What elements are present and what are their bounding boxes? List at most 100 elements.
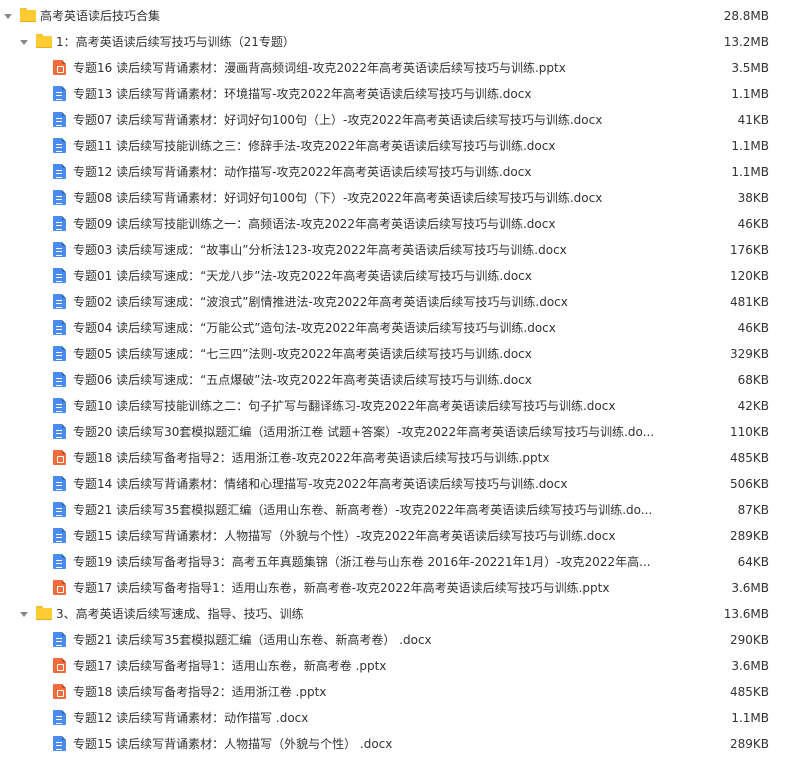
file-row[interactable]: 专题08 读后续写背诵素材：好词好句100句（下）-攻克2022年高考英语读后续…: [0, 185, 785, 211]
file-row[interactable]: 专题16 读后续写背诵素材：漫画背高频词组-攻克2022年高考英语读后续写技巧与…: [0, 55, 785, 81]
folder-row[interactable]: 1：高考英语读后续写技巧与训练（21专题） 13.2MB: [0, 29, 785, 55]
file-name: 专题21 读后续写35套模拟题汇编（适用山东卷、新高考卷）-攻克2022年高考英…: [73, 503, 653, 517]
file-name: 专题17 读后续写备考指导1：适用山东卷，新高考卷 .pptx: [73, 659, 387, 673]
pptx-file-icon: [53, 450, 66, 465]
file-row[interactable]: 专题02 读后续写速成：“波浪式”剧情推进法-攻克2022年高考英语读后续写技巧…: [0, 289, 785, 315]
file-size: 329KB: [729, 347, 769, 361]
file-row[interactable]: 专题17 读后续写备考指导1：适用山东卷，新高考卷 .pptx 3.6MB: [0, 653, 785, 679]
chevron-down-icon[interactable]: [20, 612, 28, 617]
folder-row[interactable]: 3、高考英语读后续写速成、指导、技巧、训练 13.6MB: [0, 601, 785, 627]
docx-file-icon: [53, 86, 66, 101]
pptx-file-icon: [53, 684, 66, 699]
docx-file-icon: [53, 242, 66, 257]
folder-name: 3、高考英语读后续写速成、指导、技巧、训练: [56, 607, 304, 621]
file-size: 87KB: [737, 503, 769, 517]
file-size: 64KB: [737, 555, 769, 569]
file-size: 506KB: [729, 477, 769, 491]
folder-name: 1：高考英语读后续写技巧与训练（21专题）: [56, 35, 295, 49]
docx-file-icon: [53, 736, 66, 751]
docx-file-icon: [53, 632, 66, 647]
file-name: 专题03 读后续写速成：“故事山”分析法123-攻克2022年高考英语读后续写技…: [73, 243, 567, 257]
chevron-down-icon[interactable]: [4, 14, 12, 19]
docx-file-icon: [53, 424, 66, 439]
file-row[interactable]: 专题18 读后续写备考指导2：适用浙江卷-攻克2022年高考英语读后续写技巧与训…: [0, 445, 785, 471]
folder-name: 高考英语读后技巧合集: [40, 9, 161, 23]
docx-file-icon: [53, 528, 66, 543]
folder-icon: [36, 34, 52, 48]
file-row[interactable]: 专题18 读后续写备考指导2：适用浙江卷 .pptx 485KB: [0, 679, 785, 705]
file-name: 专题15 读后续写背诵素材：人物描写（外貌与个性）-攻克2022年高考英语读后续…: [73, 529, 616, 543]
file-name: 专题15 读后续写背诵素材：人物描写（外貌与个性） .docx: [73, 737, 393, 751]
file-size: 290KB: [729, 633, 769, 647]
docx-file-icon: [53, 372, 66, 387]
file-row[interactable]: 专题07 读后续写背诵素材：好词好句100句（上）-攻克2022年高考英语读后续…: [0, 107, 785, 133]
file-name: 专题18 读后续写备考指导2：适用浙江卷-攻克2022年高考英语读后续写技巧与训…: [73, 451, 550, 465]
file-row[interactable]: 专题21 读后续写35套模拟题汇编（适用山东卷、新高考卷） .docx 290KB: [0, 627, 785, 653]
file-name: 专题01 读后续写速成：“天龙八步”法-攻克2022年高考英语读后续写技巧与训练…: [73, 269, 532, 283]
file-name: 专题16 读后续写背诵素材：漫画背高频词组-攻克2022年高考英语读后续写技巧与…: [73, 61, 566, 75]
file-row[interactable]: 专题14 读后续写背诵素材：情绪和心理描写-攻克2022年高考英语读后续写技巧与…: [0, 471, 785, 497]
file-size: 1.1MB: [731, 711, 769, 725]
docx-file-icon: [53, 554, 66, 569]
file-row[interactable]: 专题03 读后续写速成：“故事山”分析法123-攻克2022年高考英语读后续写技…: [0, 237, 785, 263]
file-row[interactable]: 专题15 读后续写背诵素材：人物描写（外貌与个性）-攻克2022年高考英语读后续…: [0, 523, 785, 549]
file-row[interactable]: 专题20 读后续写30套模拟题汇编（适用浙江卷 试题+答案）-攻克2022年高考…: [0, 419, 785, 445]
file-row[interactable]: 专题04 读后续写速成：“万能公式”造句法-攻克2022年高考英语读后续写技巧与…: [0, 315, 785, 341]
folder-size: 28.8MB: [723, 9, 769, 23]
file-name: 专题09 读后续写技能训练之一：高频语法-攻克2022年高考英语读后续写技巧与训…: [73, 217, 556, 231]
docx-file-icon: [53, 346, 66, 361]
file-name: 专题11 读后续写技能训练之三：修辞手法-攻克2022年高考英语读后续写技巧与训…: [73, 139, 556, 153]
chevron-down-icon[interactable]: [20, 40, 28, 45]
file-name: 专题13 读后续写背诵素材：环境描写-攻克2022年高考英语读后续写技巧与训练.…: [73, 87, 532, 101]
folder-icon: [36, 606, 52, 620]
file-row[interactable]: 专题21 读后续写35套模拟题汇编（适用山东卷、新高考卷）-攻克2022年高考英…: [0, 497, 785, 523]
docx-file-icon: [53, 294, 66, 309]
file-name: 专题07 读后续写背诵素材：好词好句100句（上）-攻克2022年高考英语读后续…: [73, 113, 603, 127]
file-size: 1.1MB: [731, 139, 769, 153]
file-row[interactable]: 专题06 读后续写速成：“五点爆破”法-攻克2022年高考英语读后续写技巧与训练…: [0, 367, 785, 393]
docx-file-icon: [53, 476, 66, 491]
file-row[interactable]: 专题05 读后续写速成：“七三四”法则-攻克2022年高考英语读后续写技巧与训练…: [0, 341, 785, 367]
docx-file-icon: [53, 164, 66, 179]
file-size: 481KB: [729, 295, 769, 309]
pptx-file-icon: [53, 580, 66, 595]
file-name: 专题02 读后续写速成：“波浪式”剧情推进法-攻克2022年高考英语读后续写技巧…: [73, 295, 568, 309]
file-row[interactable]: 专题09 读后续写技能训练之一：高频语法-攻克2022年高考英语读后续写技巧与训…: [0, 211, 785, 237]
file-size: 1.1MB: [731, 87, 769, 101]
folder-size: 13.2MB: [723, 35, 769, 49]
file-size: 289KB: [729, 737, 769, 751]
file-size: 289KB: [729, 529, 769, 543]
file-size: 3.6MB: [731, 659, 769, 673]
file-name: 专题05 读后续写速成：“七三四”法则-攻克2022年高考英语读后续写技巧与训练…: [73, 347, 532, 361]
file-row[interactable]: 专题01 读后续写速成：“天龙八步”法-攻克2022年高考英语读后续写技巧与训练…: [0, 263, 785, 289]
file-name: 专题17 读后续写备考指导1：适用山东卷，新高考卷-攻克2022年高考英语读后续…: [73, 581, 610, 595]
file-size: 110KB: [729, 425, 769, 439]
file-name: 专题20 读后续写30套模拟题汇编（适用浙江卷 试题+答案）-攻克2022年高考…: [73, 425, 655, 439]
file-row[interactable]: 专题11 读后续写技能训练之三：修辞手法-攻克2022年高考英语读后续写技巧与训…: [0, 133, 785, 159]
pptx-file-icon: [53, 658, 66, 673]
pptx-file-icon: [53, 60, 66, 75]
file-size: 485KB: [729, 685, 769, 699]
file-size: 176KB: [729, 243, 769, 257]
file-size: 485KB: [729, 451, 769, 465]
docx-file-icon: [53, 268, 66, 283]
file-row[interactable]: 专题12 读后续写背诵素材：动作描写 .docx 1.1MB: [0, 705, 785, 731]
folder-row[interactable]: 高考英语读后技巧合集 28.8MB: [0, 3, 785, 29]
file-name: 专题14 读后续写背诵素材：情绪和心理描写-攻克2022年高考英语读后续写技巧与…: [73, 477, 568, 491]
file-row[interactable]: 专题15 读后续写背诵素材：人物描写（外貌与个性） .docx 289KB: [0, 731, 785, 757]
file-row[interactable]: 专题10 读后续写技能训练之二：句子扩写与翻译练习-攻克2022年高考英语读后续…: [0, 393, 785, 419]
file-size: 46KB: [737, 217, 769, 231]
folder-size: 13.6MB: [723, 607, 769, 621]
docx-file-icon: [53, 190, 66, 205]
file-row[interactable]: 专题12 读后续写背诵素材：动作描写-攻克2022年高考英语读后续写技巧与训练.…: [0, 159, 785, 185]
file-size: 3.5MB: [731, 61, 769, 75]
file-size: 3.6MB: [731, 581, 769, 595]
file-size: 41KB: [737, 113, 769, 127]
file-size: 1.1MB: [731, 165, 769, 179]
file-row[interactable]: 专题17 读后续写备考指导1：适用山东卷，新高考卷-攻克2022年高考英语读后续…: [0, 575, 785, 601]
file-row[interactable]: 专题19 读后续写备考指导3：高考五年真题集锦（浙江卷与山东卷 2016年-20…: [0, 549, 785, 575]
file-name: 专题06 读后续写速成：“五点爆破”法-攻克2022年高考英语读后续写技巧与训练…: [73, 373, 532, 387]
file-size: 68KB: [737, 373, 769, 387]
file-name: 专题08 读后续写背诵素材：好词好句100句（下）-攻克2022年高考英语读后续…: [73, 191, 603, 205]
file-row[interactable]: 专题13 读后续写背诵素材：环境描写-攻克2022年高考英语读后续写技巧与训练.…: [0, 81, 785, 107]
